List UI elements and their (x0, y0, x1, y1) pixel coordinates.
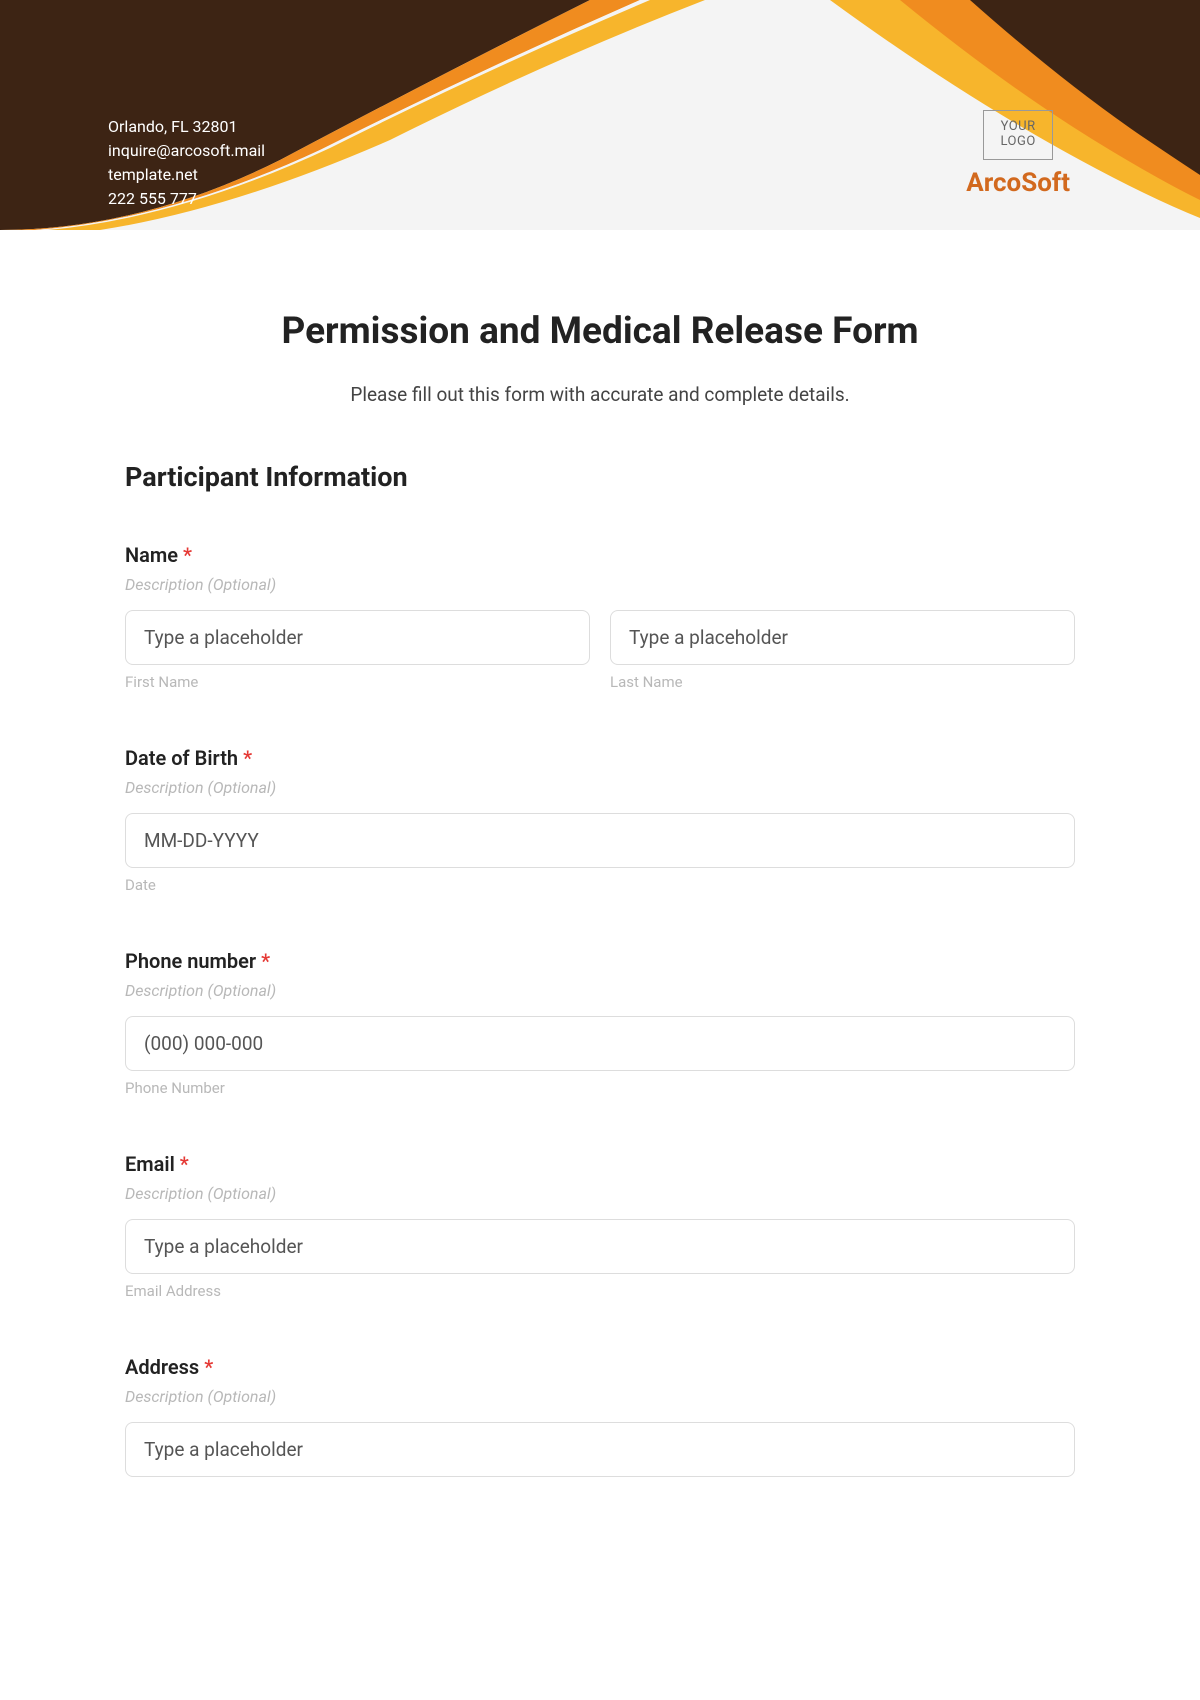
address-description: Description (Optional) (125, 1387, 1075, 1406)
email-label: Email * (125, 1152, 1075, 1176)
field-group-dob: Date of Birth * Description (Optional) D… (125, 746, 1075, 894)
field-group-name: Name * Description (Optional) First Name… (125, 543, 1075, 691)
dob-input[interactable] (125, 813, 1075, 868)
form-container: Permission and Medical Release Form Plea… (0, 230, 1200, 1572)
contact-phone: 222 555 777 (108, 187, 265, 211)
logo-text-line1: YOUR (1001, 120, 1036, 135)
logo-text-line2: LOGO (1000, 135, 1035, 150)
first-name-sublabel: First Name (125, 673, 590, 691)
required-marker: * (261, 949, 270, 973)
contact-email: inquire@arcosoft.mail (108, 139, 265, 163)
required-marker: * (204, 1355, 213, 1379)
phone-sublabel: Phone Number (125, 1079, 1075, 1097)
name-description: Description (Optional) (125, 575, 1075, 594)
dob-description: Description (Optional) (125, 778, 1075, 797)
logo-area: YOUR LOGO ArcoSoft (966, 110, 1070, 198)
last-name-sublabel: Last Name (610, 673, 1075, 691)
contact-website: template.net (108, 163, 265, 187)
first-name-input[interactable] (125, 610, 590, 665)
dob-sublabel: Date (125, 876, 1075, 894)
contact-address: Orlando, FL 32801 (108, 115, 265, 139)
header-banner: Orlando, FL 32801 inquire@arcosoft.mail … (0, 0, 1200, 230)
email-input[interactable] (125, 1219, 1075, 1274)
field-group-phone: Phone number * Description (Optional) Ph… (125, 949, 1075, 1097)
dob-label: Date of Birth * (125, 746, 1075, 770)
email-sublabel: Email Address (125, 1282, 1075, 1300)
phone-label: Phone number * (125, 949, 1075, 973)
company-name: ArcoSoft (966, 168, 1070, 198)
required-marker: * (180, 1152, 189, 1176)
field-group-address: Address * Description (Optional) (125, 1355, 1075, 1477)
phone-description: Description (Optional) (125, 981, 1075, 1000)
address-input[interactable] (125, 1422, 1075, 1477)
address-label: Address * (125, 1355, 1075, 1379)
section-title-participant: Participant Information (125, 461, 1075, 493)
field-group-email: Email * Description (Optional) Email Add… (125, 1152, 1075, 1300)
required-marker: * (243, 746, 252, 770)
last-name-input[interactable] (610, 610, 1075, 665)
name-label: Name * (125, 543, 1075, 567)
phone-input[interactable] (125, 1016, 1075, 1071)
form-subtitle: Please fill out this form with accurate … (125, 383, 1075, 406)
email-description: Description (Optional) (125, 1184, 1075, 1203)
form-title: Permission and Medical Release Form (125, 310, 1075, 353)
contact-info-block: Orlando, FL 32801 inquire@arcosoft.mail … (108, 115, 265, 211)
logo-placeholder-box: YOUR LOGO (983, 110, 1053, 160)
required-marker: * (183, 543, 192, 567)
